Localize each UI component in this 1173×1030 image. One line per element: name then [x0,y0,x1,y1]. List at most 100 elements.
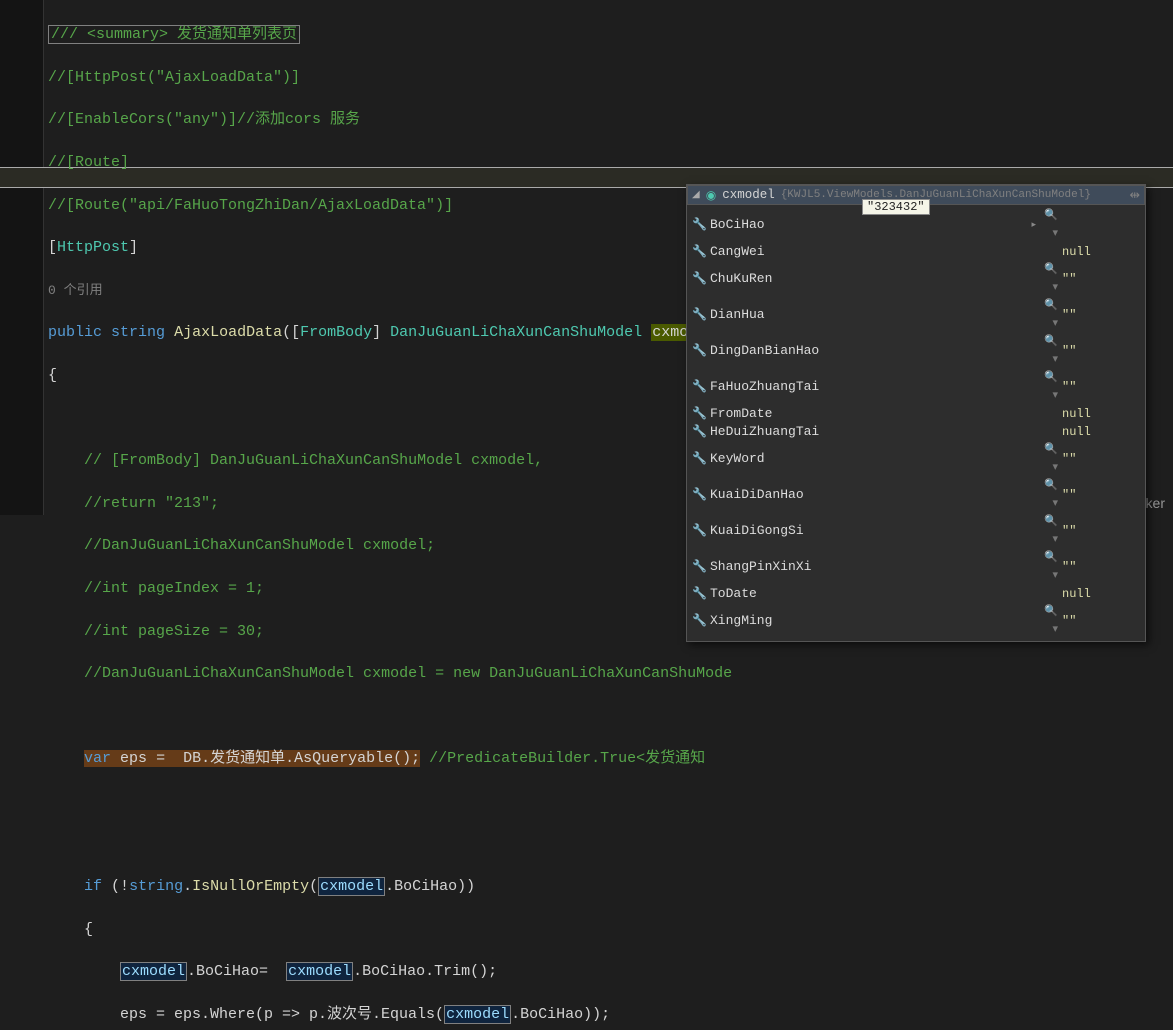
method-name: AjaxLoadData [174,324,282,341]
magnifier-icon[interactable]: 🔍▾ [1040,333,1058,369]
property-name: KuaiDiDanHao [710,486,1020,504]
not-op: ! [120,878,129,895]
property-name: ToDate [710,585,1020,603]
property-value: null [1062,405,1140,423]
wrench-icon: 🔧 [692,405,706,423]
editor-gutter: ▾ [0,0,44,515]
magnifier-icon[interactable]: 🔍▾ [1040,603,1058,639]
code-comment: //return "213"; [84,495,219,512]
code-comment: //DanJuGuanLiChaXunCanShuModel cxmodel =… [84,665,732,682]
wrench-icon: 🔧 [692,612,706,630]
debug-property-row[interactable]: 🔧KuaiDiGongSi 🔍▾"" [689,513,1143,549]
code-comment: //[EnableCors("any")] [48,111,237,128]
magnifier-icon[interactable]: 🔍▾ [1040,477,1058,513]
code-comment: //DanJuGuanLiChaXunCanShuModel cxmodel; [84,537,435,554]
magnifier-icon[interactable]: 🔍▾ [1040,513,1058,549]
wrench-icon: 🔧 [692,522,706,540]
code-comment: //[HttpPost("AjaxLoadData")] [48,67,1169,88]
debug-property-row[interactable]: 🔧ChuKuRen 🔍▾"" [689,261,1143,297]
var-cxmodel[interactable]: cxmodel [318,877,385,896]
code-text: .BoCiHao)); [511,1006,610,1023]
property-value: null [1062,243,1140,261]
wrench-icon: 🔧 [692,378,706,396]
magnifier-icon[interactable]: 🔍▾ [1040,261,1058,297]
property-name: DianHua [710,306,1020,324]
attribute-frombody: FromBody [300,324,372,341]
keyword-var: var [84,750,111,767]
debug-property-row[interactable]: 🔧FromDate null [689,405,1143,423]
code-text: .BoCiHao.Trim(); [353,963,497,980]
property-name: HeDuiZhuangTai [710,423,1020,441]
property-value: "" [1062,306,1140,324]
property-name: XingMing [710,612,1020,630]
debug-property-row[interactable]: 🔧XingMing 🔍▾"" [689,603,1143,639]
property-value: "" [1062,342,1140,360]
debug-property-row[interactable]: 🔧ShangPinXinXi 🔍▾"" [689,549,1143,585]
wrench-icon: 🔧 [692,270,706,288]
debug-property-row[interactable]: 🔧KuaiDiDanHao🔍▾"" [689,477,1143,513]
debug-properties-list: 🔧BoCiHao▸🔍▾🔧CangWeinull🔧ChuKuRen🔍▾""🔧Dia… [687,205,1145,641]
debug-var-type: {KWJL5.ViewModels.DanJuGuanLiChaXunCanSh… [781,189,1124,201]
property-name: FaHuoZhuangTai [710,378,1020,396]
wrench-icon: 🔧 [692,423,706,441]
code-comment: // [FromBody] DanJuGuanLiChaXunCanShuMod… [84,452,543,469]
debug-property-row[interactable]: 🔧HeDuiZhuangTai null [689,423,1143,441]
property-value: "" [1062,522,1140,540]
wrench-icon: 🔧 [692,450,706,468]
type-model: DanJuGuanLiChaXunCanShuModel [390,324,642,341]
property-name: CangWei [710,243,1020,261]
value-tooltip: "323432" [862,199,930,215]
keyword-string: string [111,324,165,341]
debug-property-row[interactable]: 🔧ToDate null [689,585,1143,603]
var-cxmodel[interactable]: cxmodel [286,962,353,981]
member-bocihao: .BoCiHao [385,878,457,895]
var-cxmodel[interactable]: cxmodel [120,962,187,981]
expand-arrow-icon[interactable]: ▸ [1024,216,1036,234]
property-name: ShangPinXinXi [710,558,1020,576]
code-comment: //添加cors 服务 [237,111,360,128]
property-value: null [1062,423,1140,441]
property-name: FromDate [710,405,1020,423]
magnifier-icon[interactable]: 🔍▾ [1040,297,1058,333]
property-value: "" [1062,270,1140,288]
code-text: .BoCiHao= [187,963,286,980]
code-comment: //int pageSize = 30; [84,623,264,640]
bracket: [ [48,239,57,256]
debug-property-row[interactable]: 🔧KeyWord🔍▾"" [689,441,1143,477]
property-name: BoCiHao [710,216,1020,234]
code-text: = DB.发货通知单.AsQueryable(); [156,750,420,767]
brace-open: { [84,921,93,938]
property-name: DingDanBianHao [710,342,1020,360]
keyword-if: if [84,878,102,895]
wrench-icon: 🔧 [692,558,706,576]
property-value: "" [1062,486,1140,504]
code-comment: //int pageIndex = 1; [84,580,264,597]
property-name: KeyWord [710,450,1020,468]
object-icon: ◉ [706,188,716,203]
var-eps: eps [120,750,147,767]
var-cxmodel[interactable]: cxmodel [444,1005,511,1024]
magnifier-icon[interactable]: 🔍▾ [1040,369,1058,405]
method-isnullorempty: IsNullOrEmpty [192,878,309,895]
magnifier-icon[interactable]: 🔍▾ [1040,549,1058,585]
debug-datatip-popup[interactable]: ◢ ◉ cxmodel {KWJL5.ViewModels.DanJuGuanL… [686,184,1146,642]
property-name: ChuKuRen [710,270,1020,288]
debug-property-row[interactable]: 🔧DianHua 🔍▾"" [689,297,1143,333]
wrench-icon: 🔧 [692,216,706,234]
wrench-icon: 🔧 [692,342,706,360]
property-value: null [1062,585,1140,603]
expand-arrow-icon[interactable]: ◢ [692,189,700,201]
wrench-icon: 🔧 [692,585,706,603]
magnifier-icon[interactable]: 🔍▾ [1040,207,1058,243]
wrench-icon: 🔧 [692,306,706,324]
property-value: "" [1062,612,1140,630]
debug-property-row[interactable]: 🔧CangWeinull [689,243,1143,261]
pin-icon[interactable]: ⇹ [1130,187,1140,203]
debug-property-row[interactable]: 🔧DingDanBianHao 🔍▾"" [689,333,1143,369]
property-name: KuaiDiGongSi [710,522,1020,540]
debug-property-row[interactable]: 🔧FaHuoZhuangTai🔍▾"" [689,369,1143,405]
property-value: "" [1062,558,1140,576]
code-text: eps = eps.Where(p => p.波次号.Equals( [120,1006,444,1023]
bracket: ] [129,239,138,256]
magnifier-icon[interactable]: 🔍▾ [1040,441,1058,477]
